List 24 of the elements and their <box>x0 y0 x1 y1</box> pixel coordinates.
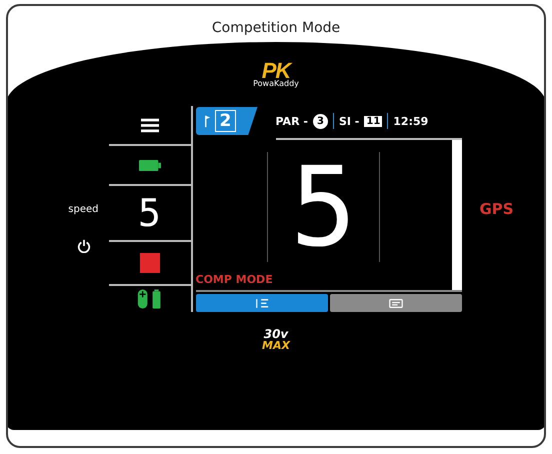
menu-icon[interactable] <box>140 117 158 133</box>
flag-icon <box>204 114 210 128</box>
battery-icon <box>138 160 160 170</box>
speed-value: 5 <box>138 194 161 232</box>
par-value: 3 <box>312 114 328 128</box>
mode-label: COMP MODE <box>196 273 274 286</box>
stop-icon[interactable] <box>140 253 160 273</box>
remote-battery-icon <box>136 288 162 310</box>
bottom-tab[interactable] <box>330 294 462 312</box>
gps-label: GPS <box>479 200 514 218</box>
scorecard-icon <box>388 298 402 308</box>
hole-number: 2 <box>214 110 236 132</box>
si-value: 11 <box>364 116 382 126</box>
si-label: SI - <box>338 114 360 128</box>
power-icon[interactable] <box>76 239 90 253</box>
model-logo-bottom: MAX <box>262 340 290 351</box>
clock-time: 12:59 <box>393 114 428 128</box>
flag-list-icon <box>254 298 268 308</box>
panel-title: Competition Mode <box>210 19 342 38</box>
speed-label: speed <box>68 204 98 215</box>
logo-name: PowaKaddy <box>253 80 299 88</box>
par-label: PAR - <box>276 114 308 128</box>
main-digit: 5 <box>267 152 380 262</box>
model-logo-top: 30v <box>264 328 288 340</box>
